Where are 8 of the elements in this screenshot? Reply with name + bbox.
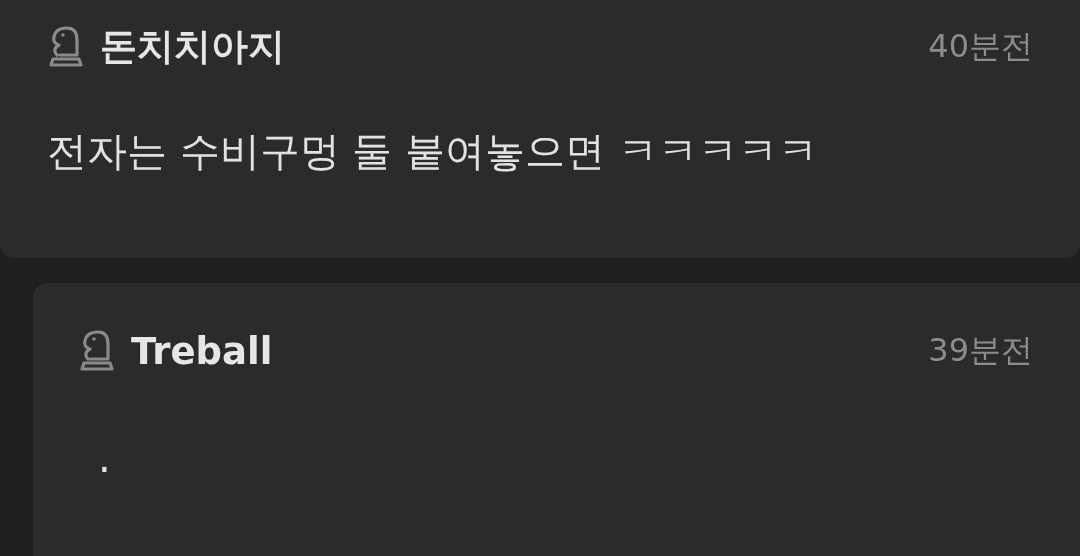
comment-time: 40분전: [928, 26, 1033, 67]
author-name: Treball: [131, 329, 274, 373]
comment-text: 전자는 수비구멍 둘 붙여놓으면 ㅋㅋㅋㅋㅋ: [47, 127, 819, 176]
author-name: 돈치치아지: [100, 24, 286, 70]
comment-text: .: [97, 435, 112, 481]
comment-time: 39분전: [928, 330, 1033, 371]
chess-knight-icon: [47, 25, 83, 69]
chess-knight-icon: [78, 329, 114, 373]
